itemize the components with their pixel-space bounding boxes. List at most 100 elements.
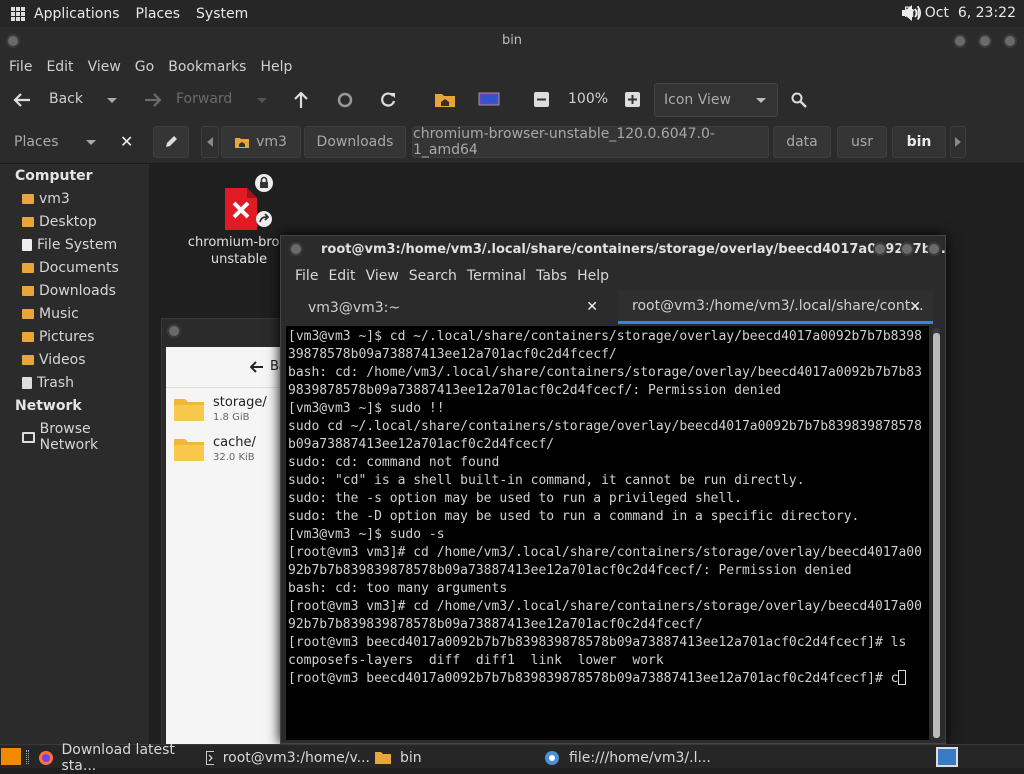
terminal-window[interactable]: root@vm3:/home/vm3/.local/share/containe… [280,235,946,744]
menu-view[interactable]: View [88,59,121,75]
menu-search[interactable]: Search [409,268,457,284]
sidebar-item-vm3[interactable]: vm3 [22,191,70,207]
taskbar-handle[interactable] [26,750,29,764]
lock-emblem-icon [255,174,273,192]
breadcrumb-usr[interactable]: usr [837,126,887,158]
menu-view[interactable]: View [366,268,399,284]
task-browser[interactable]: Download latest sta... [38,742,200,774]
window-menu-button[interactable] [289,242,303,256]
breadcrumb-vm3[interactable]: vm3 [221,126,301,158]
forward-history-chevron-icon[interactable] [256,97,268,105]
sidebar-item-desktop[interactable]: Desktop [22,214,97,230]
list-item[interactable]: cache/ 32.0 KiB [174,433,292,469]
list-item[interactable]: storage/ 1.8 GiB [174,393,292,429]
reload-icon[interactable] [380,92,396,108]
forward-button[interactable]: Forward [176,91,232,107]
sidebar-item-label: File System [37,237,118,253]
search-icon[interactable] [791,92,807,108]
close-button[interactable] [927,242,941,256]
menu-terminal[interactable]: Terminal [467,268,526,284]
taskbar: Download latest sta... root@vm3:/home/v.… [0,742,1024,774]
forward-arrow-icon[interactable] [144,93,162,107]
task-label: Download latest sta... [61,741,175,774]
close-sidebar-icon[interactable]: ✕ [120,132,133,151]
stop-icon[interactable] [337,92,353,108]
task-browser-file[interactable]: file:///home/vm3/.l... [544,747,734,768]
sidebar-item-file-system[interactable]: File System [22,237,117,253]
menu-go[interactable]: Go [135,59,154,75]
background-file-window[interactable]: Ba storage/ 1.8 GiB cache/ 32.0 KiB [161,318,292,746]
show-desktop-icon[interactable] [1,748,21,765]
terminal-icon [206,750,214,765]
scrollbar-thumb[interactable] [933,333,940,738]
task-file-manager[interactable]: bin [375,747,535,768]
breadcrumb-downloads[interactable]: Downloads [304,126,406,158]
breadcrumb-data[interactable]: data [773,126,831,158]
sidebar-item-videos[interactable]: Videos [22,352,86,368]
terminal-output[interactable]: [vm3@vm3 ~]$ cd ~/.local/share/container… [286,326,929,740]
clock[interactable]: Fri Oct 6, 23:22 [904,5,1016,21]
sidebar-item-music[interactable]: Music [22,306,79,322]
sidebar-item-downloads[interactable]: Downloads [22,283,116,299]
back-history-chevron-icon[interactable] [106,97,118,105]
workspace-switcher[interactable] [936,747,958,767]
sidebar-item-documents[interactable]: Documents [22,260,119,276]
tab-label: root@vm3:/home/vm3/.local/share/cont... [632,298,924,314]
breadcrumb-bin[interactable]: bin [892,126,946,158]
menu-help[interactable]: Help [260,59,292,75]
folder-list[interactable]: Ba storage/ 1.8 GiB cache/ 32.0 KiB [166,347,292,745]
tab-vm3[interactable]: vm3@vm3:~ ✕ [288,291,610,324]
breadcrumb-chromium-package[interactable]: chromium-browser-unstable_120.0.6047.0-1… [412,126,769,158]
network-icon [22,431,35,443]
terminal-titlebar[interactable]: root@vm3:/home/vm3/.local/share/containe… [281,236,946,264]
menu-help[interactable]: Help [577,268,609,284]
maximize-button[interactable] [900,242,914,256]
close-tab-icon[interactable]: ✕ [586,299,598,315]
menu-file[interactable]: File [9,59,32,75]
edit-location-button[interactable] [153,126,189,158]
browser-icon [545,750,559,765]
music-folder-icon [22,309,34,319]
zoom-in-icon[interactable] [625,92,640,107]
sidebar-item-pictures[interactable]: Pictures [22,329,94,345]
terminal-scrollbar[interactable] [933,328,940,738]
task-terminal[interactable]: root@vm3:/home/v... [206,747,370,768]
breadcrumb-scroll-left[interactable] [201,126,219,158]
applications-menu[interactable]: Applications [34,6,120,22]
back-button[interactable]: Back [49,91,83,107]
view-mode-select[interactable]: Icon View [654,83,778,117]
applications-grid-icon[interactable] [11,6,25,21]
minimize-button[interactable] [873,242,887,256]
sidebar-item-browse-network[interactable]: Browse Network [22,421,149,453]
menu-edit[interactable]: Edit [46,59,73,75]
task-label: file:///home/vm3/.l... [569,749,711,766]
system-menu[interactable]: System [196,6,248,22]
sidebar-item-trash[interactable]: Trash [22,375,74,391]
menu-file[interactable]: File [295,268,318,284]
file-icon-chromium[interactable] [225,188,257,230]
places-chevron-icon[interactable] [85,139,97,147]
places-label[interactable]: Places [14,134,59,150]
up-arrow-icon[interactable] [294,92,308,108]
top-panel: Applications Places System Fri Oct 6, 23… [0,0,1024,27]
zoom-out-icon[interactable] [534,92,549,107]
menu-tabs[interactable]: Tabs [536,268,567,284]
terminal-menubar: File Edit View Search Terminal Tabs Help [281,264,945,288]
places-menu[interactable]: Places [136,6,181,22]
computer-icon[interactable] [478,92,500,107]
close-tab-icon[interactable]: ✕ [909,299,921,315]
close-button[interactable] [1003,34,1017,48]
item-name: storage/ [213,395,267,410]
file-manager-titlebar[interactable]: bin [0,27,1024,55]
menu-bookmarks[interactable]: Bookmarks [168,59,246,75]
minimize-button[interactable] [953,34,967,48]
home-folder-icon [22,194,34,204]
menu-edit[interactable]: Edit [328,268,355,284]
home-folder-icon[interactable] [434,91,456,108]
back-arrow-icon[interactable] [250,361,264,373]
back-arrow-icon[interactable] [13,93,31,107]
window-menu-button[interactable] [167,324,181,338]
breadcrumb-scroll-right[interactable] [950,126,966,158]
maximize-button[interactable] [978,34,992,48]
tab-root[interactable]: root@vm3:/home/vm3/.local/share/cont... … [618,291,933,324]
